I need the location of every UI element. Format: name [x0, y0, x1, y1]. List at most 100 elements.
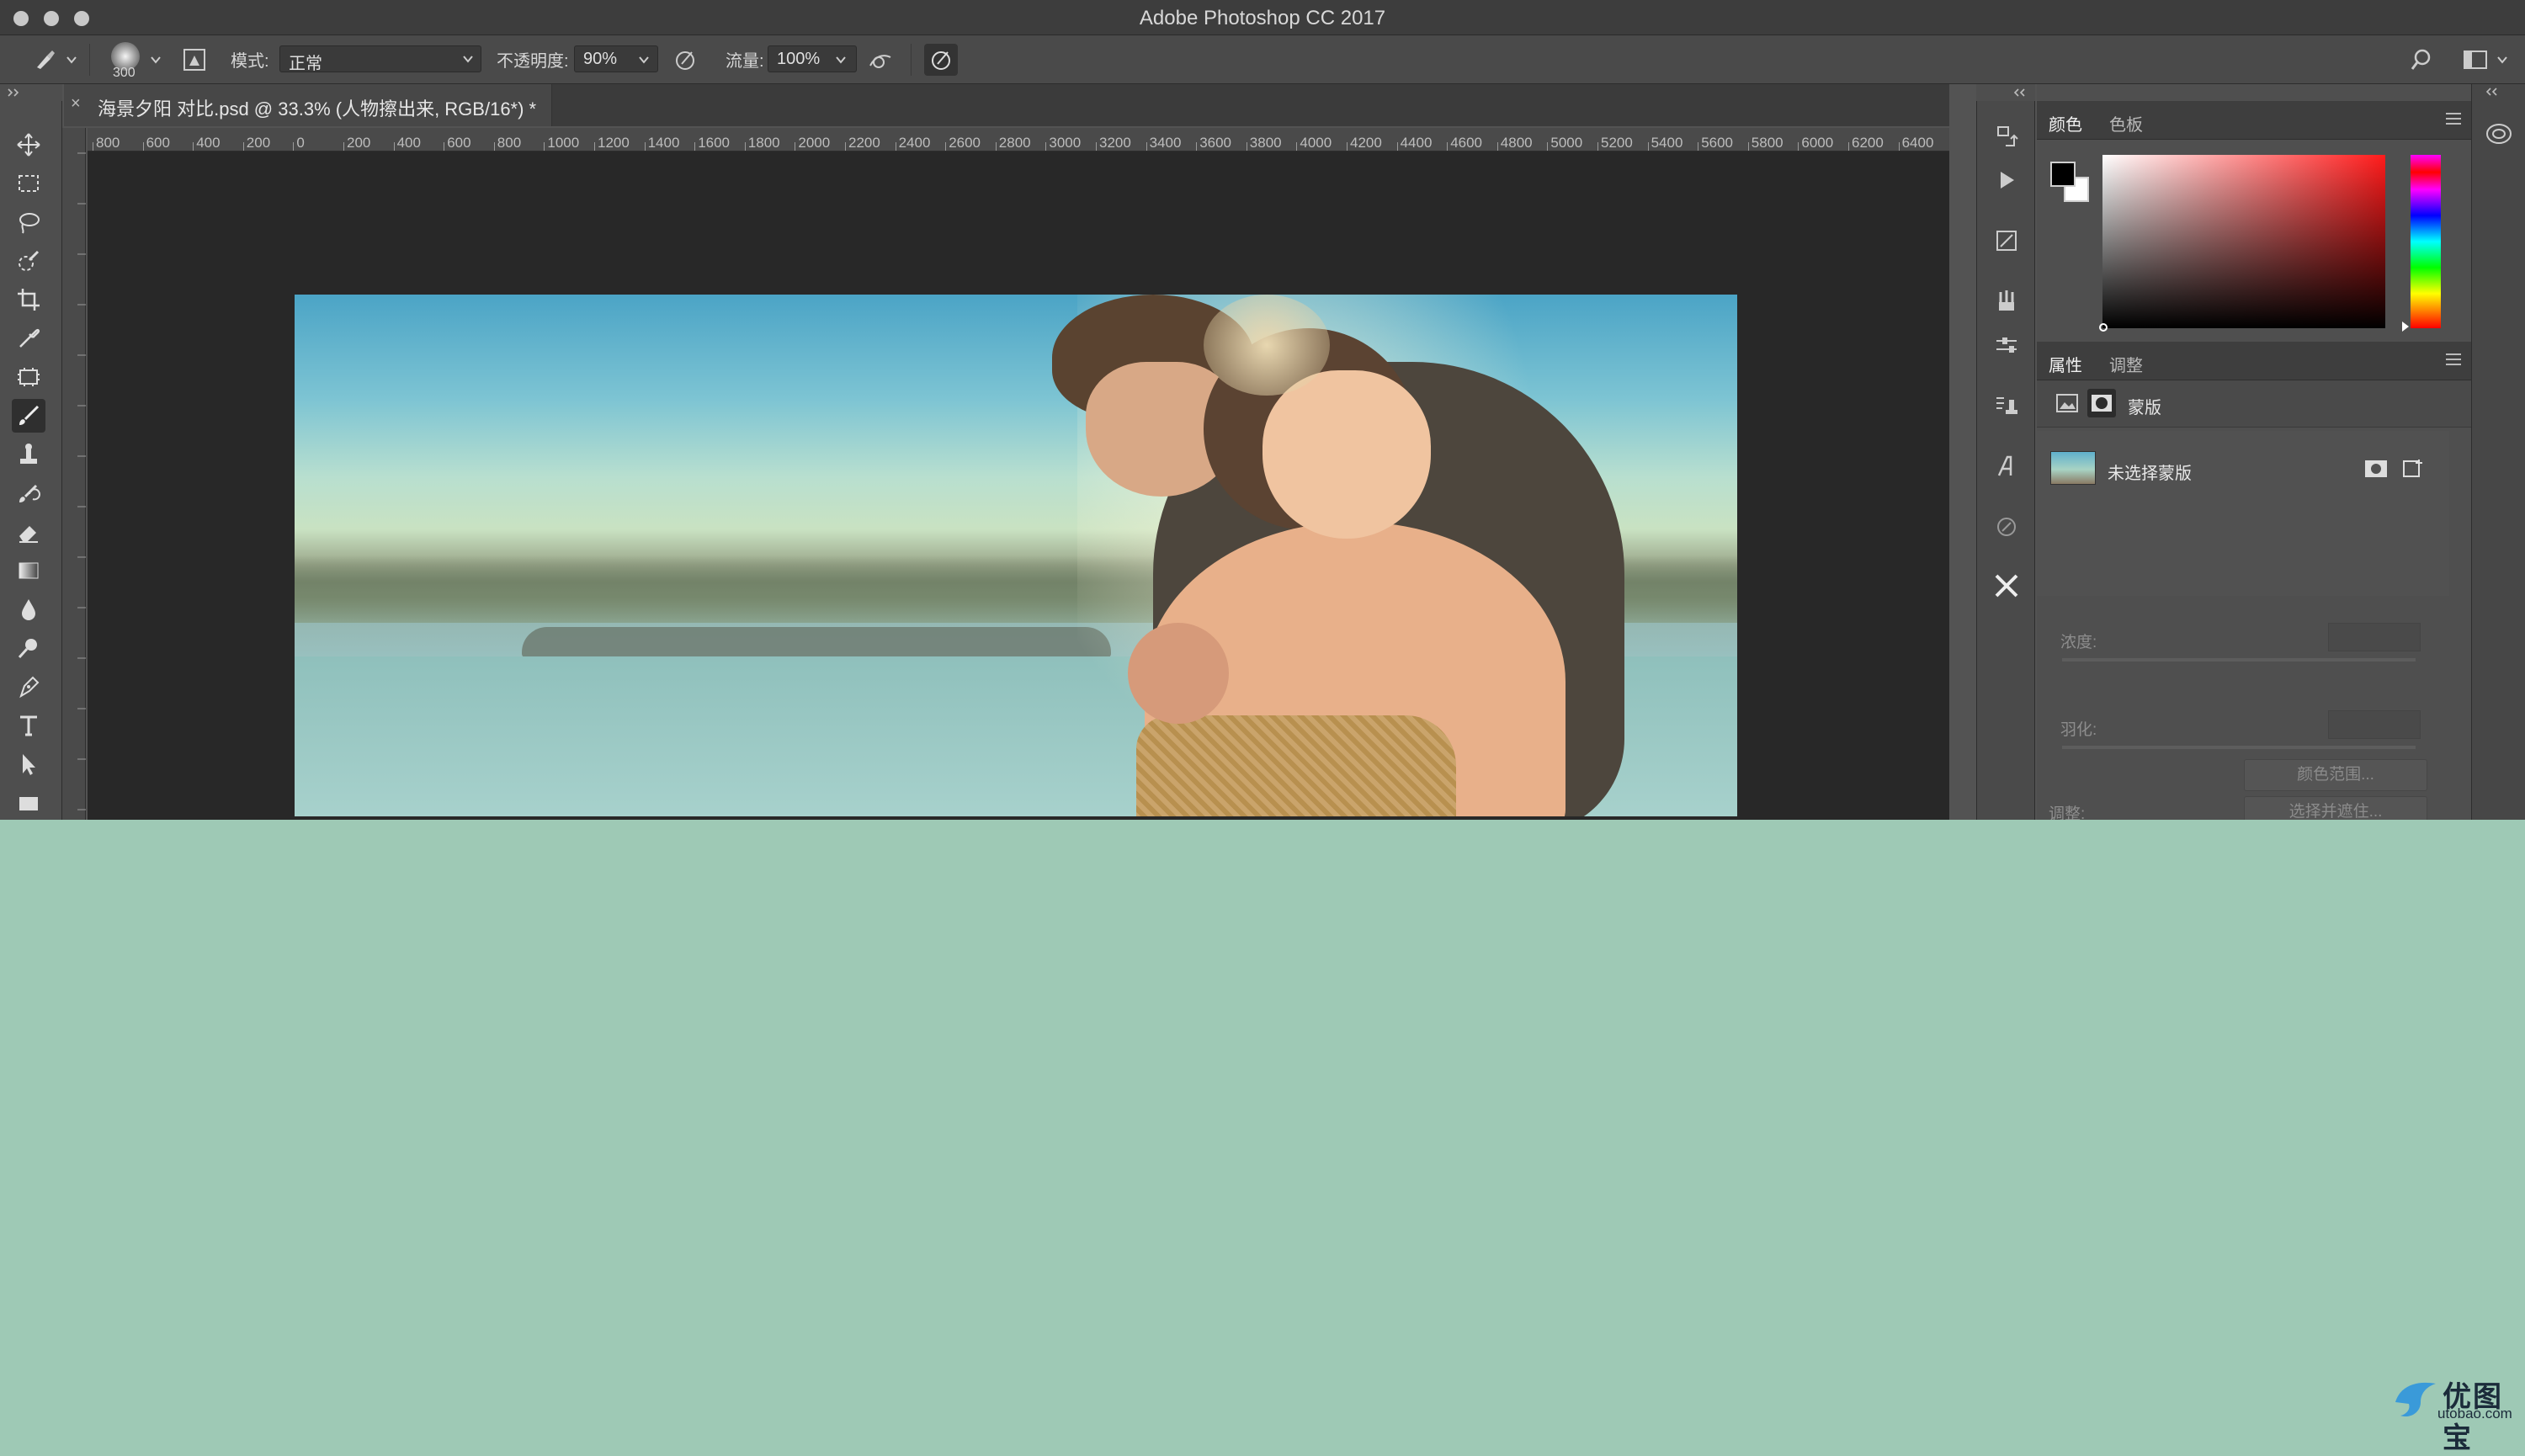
history-brush-tool-icon[interactable] [12, 476, 45, 510]
document-tab[interactable]: × 海景夕阳 对比.psd @ 33.3% (人物擦出来, RGB/16*) * [64, 84, 552, 126]
refine-label: 调整: [2049, 805, 2086, 820]
clone-stamp-tool-icon[interactable] [12, 438, 45, 471]
ruler-tick-label: 3200 [1099, 135, 1131, 151]
density-label: 浓度: [2060, 634, 2097, 651]
add-vector-mask-icon[interactable] [2400, 456, 2426, 481]
character-panel-icon[interactable] [1990, 449, 2023, 483]
type-tool-icon[interactable] [12, 709, 45, 742]
color-picker-cursor[interactable] [2099, 323, 2108, 332]
ruler-tick-mark [1597, 142, 1598, 151]
hue-slider-handle[interactable] [2402, 321, 2409, 332]
ruler-tick-label: 5400 [1651, 135, 1683, 151]
eyedropper-tool-icon[interactable] [12, 321, 45, 355]
foreground-color-swatch[interactable] [2050, 162, 2076, 187]
patch-tool-icon[interactable] [12, 360, 45, 394]
image-woman-face [1262, 370, 1431, 539]
marquee-tool-icon[interactable] [12, 167, 45, 200]
workspace-icon[interactable] [2463, 49, 2488, 71]
actions-panel-icon[interactable] [1990, 163, 2023, 197]
paragraph-styles-icon[interactable] [1990, 510, 2023, 544]
libraries-icon[interactable] [2484, 121, 2514, 146]
toolbar-collapse-strip[interactable] [0, 84, 62, 101]
ruler-tick-label: 600 [146, 135, 170, 151]
quick-selection-tool-icon[interactable] [12, 244, 45, 278]
chevron-down-icon [463, 56, 473, 63]
gradient-tool-icon[interactable] [12, 554, 45, 587]
blur-tool-icon[interactable] [12, 592, 45, 626]
ruler-tick-label: 200 [246, 135, 271, 151]
pixel-mask-icon[interactable] [2055, 392, 2079, 414]
brush-tool-icon[interactable] [12, 399, 45, 433]
add-pixel-mask-icon[interactable] [2363, 458, 2389, 480]
select-and-mask-button[interactable]: 选择并遮住... [2244, 796, 2427, 820]
tab-color[interactable]: 颜色 [2049, 111, 2082, 136]
search-icon[interactable] [2409, 47, 2434, 72]
close-document-button[interactable]: × [71, 94, 81, 114]
tool-presets-icon[interactable] [1990, 328, 2023, 362]
brush-picker-chevron-icon[interactable] [150, 56, 162, 64]
color-picker-field[interactable] [2099, 155, 2385, 332]
ruler-tick-mark [1848, 142, 1849, 151]
feather-label: 羽化: [2060, 721, 2097, 739]
vector-mask-button[interactable] [2087, 389, 2116, 417]
tools-extension-icon[interactable] [1990, 569, 2023, 603]
ruler-tick-mark [242, 142, 244, 151]
ruler-tick-label: 1800 [747, 135, 780, 151]
brush-settings-icon[interactable] [1990, 224, 2023, 258]
color-range-button[interactable]: 颜色范围... [2244, 759, 2427, 791]
vertical-ruler [62, 128, 86, 820]
properties-panel-menu-icon[interactable] [2446, 353, 2461, 365]
flow-label: 流量: [726, 52, 764, 71]
airbrush-icon[interactable] [867, 47, 896, 72]
tools-panel [0, 101, 62, 820]
pen-tool-icon[interactable] [12, 670, 45, 704]
ruler-tick-label: 400 [196, 135, 221, 151]
clone-source-icon[interactable] [1990, 389, 2023, 422]
opacity-chevron-icon[interactable] [638, 56, 650, 64]
ruler-tick-mark [1747, 142, 1749, 151]
ruler-tick-label: 2000 [798, 135, 831, 151]
ruler-tick-mark [1096, 142, 1097, 151]
lasso-tool-icon[interactable] [12, 205, 45, 239]
window-title: Adobe Photoshop CC 2017 [1139, 7, 1386, 29]
feather-slider[interactable] [2062, 746, 2416, 749]
tab-adjustments[interactable]: 调整 [2109, 352, 2143, 376]
pressure-size-button[interactable] [924, 44, 958, 76]
no-mask-selected-label: 未选择蒙版 [2108, 465, 2192, 483]
mode-select[interactable]: 正常 [279, 45, 481, 73]
history-panel-icon[interactable] [1990, 120, 2023, 153]
workspace-chevron-icon[interactable] [2496, 56, 2508, 64]
ruler-tick-label: 800 [96, 135, 120, 151]
brush-tool-icon[interactable] [32, 47, 57, 72]
tab-properties[interactable]: 属性 [2049, 352, 2082, 376]
chevron-down-icon[interactable] [66, 56, 77, 64]
pressure-opacity-icon[interactable] [673, 47, 699, 72]
density-slider[interactable] [2062, 658, 2416, 662]
dock-collapse-strip[interactable] [1976, 84, 2035, 101]
tab-swatches[interactable]: 色板 [2109, 111, 2143, 136]
color-panel-menu-icon[interactable] [2446, 113, 2461, 125]
ruler-tick-label: 6400 [1901, 135, 1934, 151]
path-selection-tool-icon[interactable] [12, 747, 45, 781]
hue-slider[interactable] [2402, 155, 2441, 332]
ruler-tick-mark [995, 142, 997, 151]
double-chevron-icon[interactable] [2485, 88, 2499, 96]
eraser-tool-icon[interactable] [12, 515, 45, 549]
brushes-panel-icon[interactable] [1990, 284, 2023, 318]
ruler-tick-label: 3600 [1199, 135, 1232, 151]
bird-logo-icon [2395, 1382, 2436, 1417]
flow-chevron-icon[interactable] [835, 56, 847, 64]
document-image[interactable] [295, 295, 1737, 816]
image-hand [1128, 623, 1229, 724]
move-tool-icon[interactable] [12, 128, 45, 162]
layer-thumbnail[interactable] [2050, 451, 2096, 485]
ruler-tick-label: 2400 [898, 135, 931, 151]
ruler-tick-mark [193, 142, 194, 151]
feather-input[interactable] [2328, 710, 2421, 739]
crop-tool-icon[interactable] [12, 283, 45, 316]
dodge-tool-icon[interactable] [12, 631, 45, 665]
ruler-tick-mark [594, 142, 595, 151]
brush-panel-toggle-icon[interactable] [182, 47, 207, 72]
rectangle-tool-icon[interactable] [12, 786, 45, 820]
density-input[interactable] [2328, 623, 2421, 651]
